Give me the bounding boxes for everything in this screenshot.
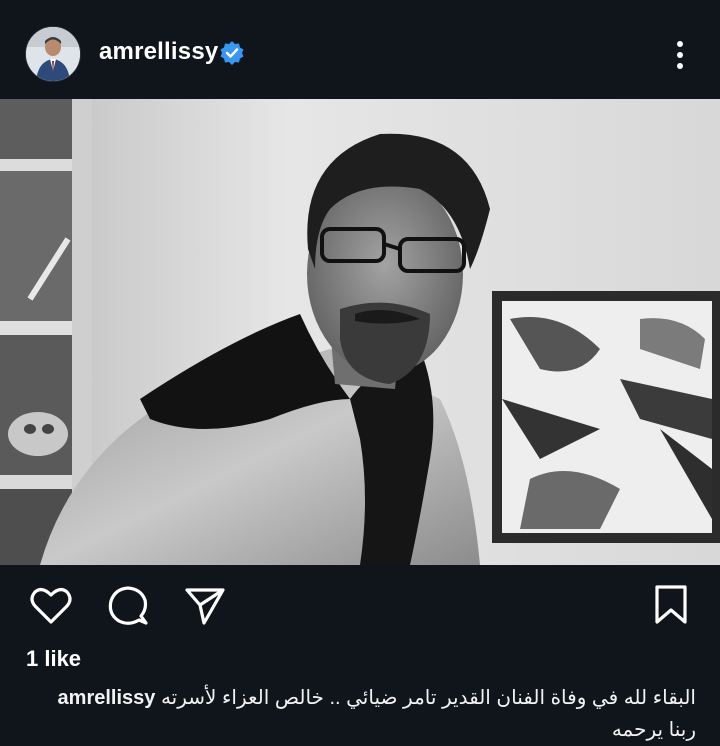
post-username[interactable]: amrellissy <box>99 38 218 66</box>
caption-username[interactable]: amrellissy <box>58 687 156 709</box>
caption-line-2: ربنا يرحمه <box>611 719 696 741</box>
avatar-image <box>26 27 80 81</box>
caption-text: البقاء لله في وفاة الفنان القدير تامر ضي… <box>160 687 696 709</box>
profile-avatar[interactable] <box>25 26 81 82</box>
post-actions-bar <box>0 565 720 645</box>
comment-icon[interactable] <box>107 585 149 627</box>
post-header: amrellissy <box>0 0 720 99</box>
likes-count[interactable]: 1 like <box>26 646 81 672</box>
post-photo <box>0 99 720 565</box>
share-icon[interactable] <box>184 585 226 627</box>
bookmark-icon[interactable] <box>654 584 688 626</box>
post-image[interactable] <box>0 99 720 565</box>
heart-icon[interactable] <box>30 587 72 625</box>
post-caption: البقاء لله في وفاة الفنان القدير تامر ضي… <box>24 682 696 746</box>
caption-line-1: البقاء لله في وفاة الفنان القدير تامر ضي… <box>24 682 696 714</box>
more-options-icon[interactable] <box>667 38 693 72</box>
verified-badge-icon <box>220 41 244 65</box>
